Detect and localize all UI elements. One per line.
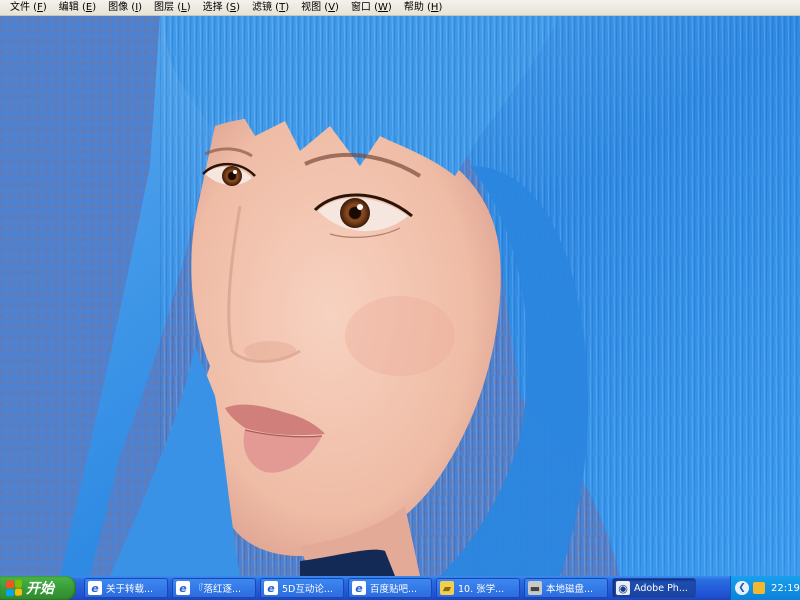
task-label: 百度贴吧... xyxy=(370,584,418,595)
task-button-6[interactable]: ◉ Adobe Ph... xyxy=(612,578,696,598)
task-label: 『落红逐... xyxy=(194,584,242,595)
task-button-3[interactable]: e 百度贴吧... xyxy=(348,578,432,598)
menu-select[interactable]: 选择 (S) xyxy=(197,0,246,16)
task-label: Adobe Ph... xyxy=(634,582,688,594)
task-button-0[interactable]: e 关于转载... xyxy=(84,578,168,598)
task-label: 10. 张学... xyxy=(458,584,505,595)
menu-layer[interactable]: 图层 (L) xyxy=(148,0,197,16)
photoshop-icon: ◉ xyxy=(616,581,630,595)
ie-icon: e xyxy=(352,581,366,595)
start-label: 开始 xyxy=(26,581,54,597)
taskbar: 开始 e 关于转载... e 『落红逐... e 5D互动论... e 百度贴吧… xyxy=(0,576,800,600)
ie-icon: e xyxy=(176,581,190,595)
windows-logo-icon xyxy=(6,579,22,597)
clock[interactable]: 22:19 xyxy=(771,583,800,594)
menu-file[interactable]: 文件 (F) xyxy=(4,0,53,16)
drive-icon: ▬ xyxy=(528,581,542,595)
task-button-1[interactable]: e 『落红逐... xyxy=(172,578,256,598)
ie-icon: e xyxy=(88,581,102,595)
menu-help[interactable]: 帮助 (H) xyxy=(398,0,449,16)
folder-icon: ▰ xyxy=(440,581,454,595)
menu-view[interactable]: 视图 (V) xyxy=(295,0,345,16)
ie-icon: e xyxy=(264,581,278,595)
task-label: 5D互动论... xyxy=(282,584,333,595)
task-list: e 关于转载... e 『落红逐... e 5D互动论... e 百度贴吧...… xyxy=(84,576,700,600)
portrait-artwork xyxy=(60,16,800,576)
menu-image[interactable]: 图像 (I) xyxy=(102,0,148,16)
document-canvas[interactable] xyxy=(0,16,800,576)
tray-expand-icon[interactable]: ❮ xyxy=(735,581,749,595)
menu-bar: 文件 (F) 编辑 (E) 图像 (I) 图层 (L) 选择 (S) 滤镜 (T… xyxy=(0,0,800,16)
task-label: 关于转载... xyxy=(106,584,154,595)
task-button-2[interactable]: e 5D互动论... xyxy=(260,578,344,598)
menu-filter[interactable]: 滤镜 (T) xyxy=(246,0,295,16)
system-tray: ❮ 22:19 xyxy=(730,576,800,600)
menu-edit[interactable]: 编辑 (E) xyxy=(53,0,102,16)
tray-app-icon[interactable] xyxy=(753,582,765,594)
task-label: 本地磁盘... xyxy=(546,584,594,595)
task-button-5[interactable]: ▬ 本地磁盘... xyxy=(524,578,608,598)
start-button[interactable]: 开始 xyxy=(0,576,76,600)
menu-window[interactable]: 窗口 (W) xyxy=(345,0,398,16)
task-button-4[interactable]: ▰ 10. 张学... xyxy=(436,578,520,598)
